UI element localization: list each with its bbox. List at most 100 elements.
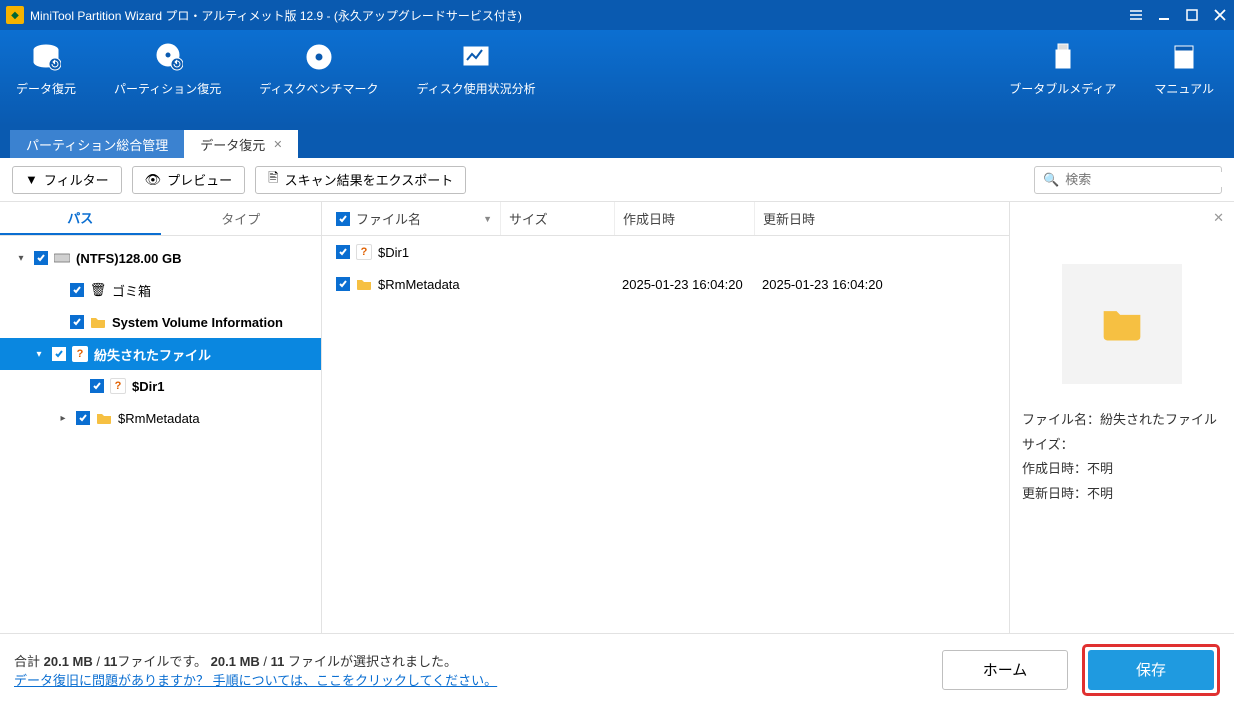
close-details-icon[interactable]: ✕ xyxy=(1213,210,1224,226)
close-button[interactable] xyxy=(1212,7,1228,23)
ribbon-disk-usage[interactable]: ディスク使用状況分析 xyxy=(410,36,541,126)
col-header-name[interactable]: ファイル名 ▼ xyxy=(328,202,500,235)
meta-modified-key: 更新日時： xyxy=(1022,482,1087,507)
maximize-button[interactable] xyxy=(1184,7,1200,23)
checkbox[interactable] xyxy=(70,315,84,329)
partition-recover-icon xyxy=(151,40,185,74)
meta-filename-val: 紛失されたファイル xyxy=(1100,412,1217,427)
tree-label: (NTFS)128.00 GB xyxy=(76,251,181,266)
tree-root[interactable]: ▾ (NTFS)128.00 GB xyxy=(0,242,321,274)
benchmark-icon xyxy=(302,40,336,74)
checkbox[interactable] xyxy=(336,277,350,291)
home-button[interactable]: ホーム xyxy=(942,650,1068,690)
eye-icon: 👁 xyxy=(145,172,162,188)
tab-label: データ復元 xyxy=(200,135,265,154)
footer: 合計 20.1 MB / 11ファイルです。 20.1 MB / 11 ファイル… xyxy=(0,633,1234,705)
footer-summary: 合計 20.1 MB / 11ファイルです。 20.1 MB / 11 ファイル… xyxy=(14,651,497,670)
trash-icon: 🗑 xyxy=(90,282,106,298)
checkbox[interactable] xyxy=(70,283,84,297)
search-icon: 🔍 xyxy=(1043,172,1059,188)
window-title: MiniTool Partition Wizard プロ・アルティメット版 12… xyxy=(30,7,1128,24)
tree-label: System Volume Information xyxy=(112,315,283,330)
col-header-created[interactable]: 作成日時 xyxy=(614,202,754,235)
manual-icon xyxy=(1167,40,1201,74)
col-label: サイズ xyxy=(509,209,548,228)
chevron-down-icon[interactable]: ▾ xyxy=(14,253,28,264)
tab-partition-management[interactable]: パーティション総合管理 xyxy=(10,130,184,158)
filter-button[interactable]: ▼ フィルター xyxy=(12,166,122,194)
file-name: $Dir1 xyxy=(378,245,409,260)
home-label: ホーム xyxy=(983,659,1028,680)
tree-node-trash[interactable]: 🗑 ゴミ箱 xyxy=(0,274,321,306)
tree-label: $RmMetadata xyxy=(118,411,200,426)
ribbon-label: ディスク使用状況分析 xyxy=(416,80,535,97)
file-modified: 2025-01-23 16:04:20 xyxy=(762,277,883,292)
col-header-size[interactable]: サイズ xyxy=(500,202,614,235)
table-row[interactable]: $RmMetadata 2025-01-23 16:04:20 2025-01-… xyxy=(322,268,1009,300)
tree: ▾ (NTFS)128.00 GB 🗑 ゴミ箱 System Volume In… xyxy=(0,236,321,633)
details-pane: ✕ ファイル名：紛失されたファイル サイズ： 作成日時：不明 更新日時：不明 xyxy=(1010,202,1234,633)
tree-node-lost-files[interactable]: ▾ ? 紛失されたファイル xyxy=(0,338,321,370)
chevron-down-icon[interactable]: ▾ xyxy=(32,349,46,360)
chevron-right-icon[interactable]: ▸ xyxy=(56,413,70,424)
save-label: 保存 xyxy=(1136,659,1166,680)
ribbon-label: ディスクベンチマーク xyxy=(259,80,378,97)
meta-created-val: 不明 xyxy=(1087,461,1113,476)
export-button[interactable]: 🖹 スキャン結果をエクスポート xyxy=(255,166,466,194)
tab-data-recovery[interactable]: データ復元 ✕ xyxy=(184,130,298,158)
tree-node-svi[interactable]: System Volume Information xyxy=(0,306,321,338)
checkbox[interactable] xyxy=(336,245,350,259)
tree-tab-label: タイプ xyxy=(221,209,260,228)
table-header: ファイル名 ▼ サイズ 作成日時 更新日時 xyxy=(322,202,1009,236)
ribbon-bootable-media[interactable]: ブータブルメディア xyxy=(1003,36,1122,126)
col-header-modified[interactable]: 更新日時 xyxy=(754,202,1009,235)
folder-icon xyxy=(356,276,372,292)
toolbar: ▼ フィルター 👁 プレビュー 🖹 スキャン結果をエクスポート 🔍 xyxy=(0,158,1234,202)
search-box[interactable]: 🔍 xyxy=(1034,166,1222,194)
save-button[interactable]: 保存 xyxy=(1088,650,1214,690)
tree-tab-path[interactable]: パス xyxy=(0,202,161,235)
checkbox[interactable] xyxy=(76,411,90,425)
ribbon-data-recovery[interactable]: データ復元 xyxy=(10,36,82,126)
ribbon-partition-recovery[interactable]: パーティション復元 xyxy=(108,36,227,126)
minimize-button[interactable] xyxy=(1156,7,1172,23)
checkbox[interactable] xyxy=(34,251,48,265)
tree-node-dir1[interactable]: ? $Dir1 xyxy=(0,370,321,402)
preview-thumbnail xyxy=(1062,264,1182,384)
col-label: 更新日時 xyxy=(763,209,815,228)
checkbox[interactable] xyxy=(90,379,104,393)
usb-icon xyxy=(1046,40,1080,74)
col-label: 作成日時 xyxy=(623,209,675,228)
meta-created-key: 作成日時： xyxy=(1022,457,1087,482)
preview-button[interactable]: 👁 プレビュー xyxy=(132,166,246,194)
meta-size-key: サイズ： xyxy=(1022,433,1074,458)
unknown-icon: ? xyxy=(356,244,372,260)
app-logo-icon: ◆ xyxy=(6,6,24,24)
ribbon-benchmark[interactable]: ディスクベンチマーク xyxy=(253,36,384,126)
sort-desc-icon: ▼ xyxy=(483,214,492,224)
tree-label: 紛失されたファイル xyxy=(94,345,211,364)
search-input[interactable] xyxy=(1065,172,1234,187)
file-created: 2025-01-23 16:04:20 xyxy=(622,277,743,292)
folder-icon xyxy=(90,314,106,330)
tab-close-icon[interactable]: ✕ xyxy=(273,138,282,151)
unknown-folder-icon: ? xyxy=(72,346,88,362)
preview-label: プレビュー xyxy=(167,170,232,189)
export-label: スキャン結果をエクスポート xyxy=(285,170,454,189)
disk-recover-icon xyxy=(29,40,63,74)
hamburger-icon[interactable] xyxy=(1128,7,1144,23)
ribbon-label: パーティション復元 xyxy=(114,80,221,97)
tree-node-rmmetadata[interactable]: ▸ $RmMetadata xyxy=(0,402,321,434)
disk-icon xyxy=(54,250,70,266)
folder-icon xyxy=(96,410,112,426)
ribbon-label: マニュアル xyxy=(1154,80,1214,97)
footer-help-link[interactable]: データ復旧に問題がありますか？ 手順については、ここをクリックしてください。 xyxy=(14,670,497,689)
ribbon: データ復元 パーティション復元 ディスクベンチマーク ディスク使用状況分析 ブー… xyxy=(0,30,1234,126)
tree-tab-type[interactable]: タイプ xyxy=(161,202,322,235)
ribbon-manual[interactable]: マニュアル xyxy=(1148,36,1220,126)
titlebar: ◆ MiniTool Partition Wizard プロ・アルティメット版 … xyxy=(0,0,1234,30)
checkbox-all[interactable] xyxy=(336,212,350,226)
table-row[interactable]: ? $Dir1 xyxy=(322,236,1009,268)
checkbox[interactable] xyxy=(52,347,66,361)
ribbon-label: ブータブルメディア xyxy=(1009,80,1116,97)
